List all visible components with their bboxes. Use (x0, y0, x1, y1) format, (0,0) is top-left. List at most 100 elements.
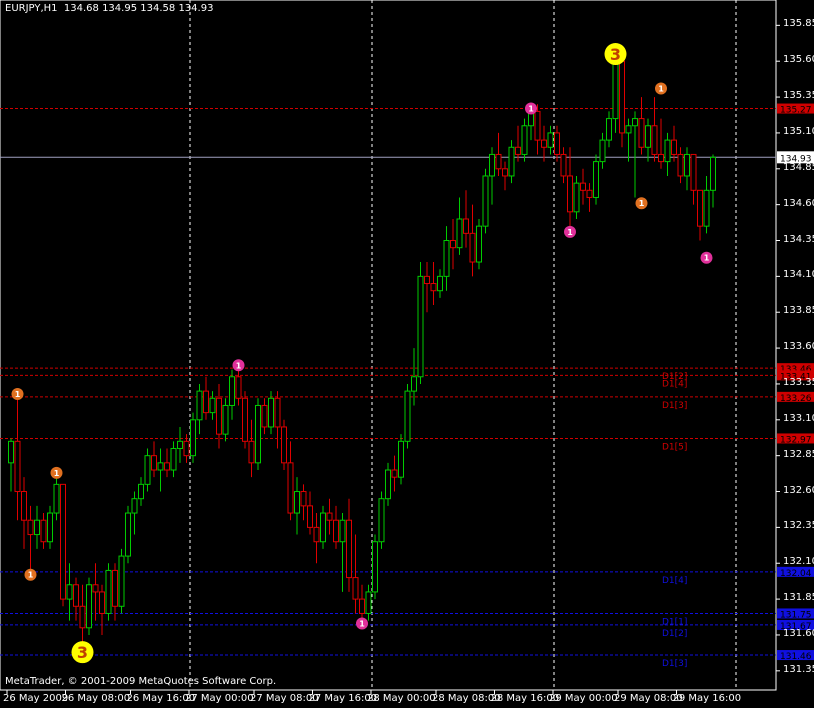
candle-body (261, 404, 268, 428)
y-tick-label: 132.35 (783, 520, 814, 532)
candle-body (53, 483, 60, 514)
candle-body (27, 519, 34, 536)
level-label: D1[1] (662, 617, 687, 627)
wave-count-label: 1 (567, 228, 573, 237)
candle-body (703, 189, 710, 227)
low-value: 134.58 (140, 3, 176, 14)
candle-body (378, 498, 385, 543)
y-tick-label: 131.60 (783, 627, 814, 639)
y-tick-label: 135.85 (783, 18, 814, 30)
y-tick-label: 134.60 (783, 197, 814, 209)
candle-body (411, 376, 417, 392)
y-tick-label: 134.35 (783, 233, 814, 245)
candle-body (21, 491, 27, 521)
candle-body (287, 462, 294, 514)
candle-body (638, 118, 645, 148)
candle-body (547, 132, 554, 148)
candle-body (8, 440, 14, 464)
candle-body (658, 153, 664, 163)
candle-body (560, 153, 567, 177)
candle-body (632, 118, 638, 127)
candle-body (476, 225, 482, 263)
candle-body (229, 376, 235, 406)
candle-body (586, 189, 593, 198)
copyright-text: MetaTrader, © 2001-2009 MetaQuotes Softw… (5, 676, 277, 687)
candle-body (34, 519, 40, 536)
candle-body (398, 440, 404, 478)
candle-body (489, 153, 495, 177)
candle-body (521, 125, 528, 155)
wave-count-label: 1 (15, 390, 21, 399)
candle-body (482, 175, 489, 227)
candle-body (125, 512, 131, 557)
y-tick-label: 133.60 (783, 341, 814, 353)
candle-body (86, 584, 92, 629)
candle-body (177, 440, 183, 449)
chart-window[interactable]: D1[2] D1[4] D1[3] D1[5] D1[4] D1[1] D1[2] D1[3]… (0, 0, 814, 708)
y-tick-label: 132.60 (783, 484, 814, 496)
candle-body (14, 440, 21, 493)
candle-body (404, 390, 411, 442)
candle-body (170, 447, 177, 471)
level-label: D1[5] (662, 442, 687, 452)
close-value: 134.93 (178, 3, 214, 14)
candle-body (430, 283, 437, 292)
y-tick-label: 134.85 (783, 161, 814, 173)
candle-body (300, 491, 307, 507)
high-value: 134.95 (102, 3, 138, 14)
x-tick-label: 28 May 00:00 (367, 693, 436, 704)
wave-count-label: 1 (639, 199, 645, 208)
candle-body (209, 397, 216, 414)
candle-body (664, 139, 671, 163)
open-value: 134.68 (63, 3, 99, 14)
candle-body (235, 376, 242, 399)
candle-body (190, 419, 196, 457)
candle-body (346, 519, 352, 579)
candle-body (47, 512, 53, 543)
wave-count-label: 3 (610, 45, 621, 64)
y-tick-label: 133.85 (783, 305, 814, 317)
candle-body (697, 189, 703, 227)
level-label: D1[3] (662, 401, 687, 411)
price-tag-label: 132.97 (780, 435, 812, 445)
price-tag-label: 132.04 (780, 569, 812, 579)
candle-body (339, 519, 346, 543)
candle-body (112, 569, 118, 607)
candle-body (66, 584, 73, 600)
y-tick-label: 132.10 (783, 556, 814, 568)
x-tick-label: 26 May 2009 (3, 693, 69, 704)
level-label: D1[2] (662, 629, 687, 639)
candle-body (274, 397, 281, 428)
price-tag-label: 131.46 (780, 652, 812, 662)
candle-body (619, 60, 625, 134)
candle-body (385, 469, 391, 500)
candle-body (307, 505, 313, 528)
candle-body (567, 175, 573, 213)
candle-body (99, 591, 105, 614)
price-chart[interactable]: D1[2]D1[4]D1[3]D1[5]D1[4]D1[1]D1[2]D1[3]… (0, 0, 814, 708)
candle-body (677, 153, 684, 177)
candle-body (684, 153, 690, 177)
wave-count-label: 1 (359, 619, 365, 628)
x-tick-label: 26 May 08:00 (61, 693, 131, 704)
candle-body (222, 404, 229, 435)
candle-body (690, 153, 697, 191)
symbol-label: EURJPY,H1 (5, 3, 58, 14)
candle-body (651, 125, 658, 155)
candle-body (424, 275, 430, 285)
candle-body (164, 462, 170, 471)
candle-body (138, 483, 144, 500)
wave-count-label: 3 (77, 643, 88, 662)
y-tick-label: 135.10 (783, 125, 814, 137)
candle-body (333, 519, 339, 543)
candle-body (294, 491, 300, 514)
chart-header: EURJPY,H1 134.68 134.95 134.58 134.93 (5, 3, 213, 14)
candle-body (541, 139, 547, 148)
candle-body (437, 275, 443, 292)
candle-body (365, 591, 372, 614)
candle-body (60, 483, 66, 600)
candle-body (612, 60, 619, 120)
candle-body (495, 153, 502, 170)
y-tick-label: 135.35 (783, 90, 814, 102)
candle-body (183, 440, 190, 457)
